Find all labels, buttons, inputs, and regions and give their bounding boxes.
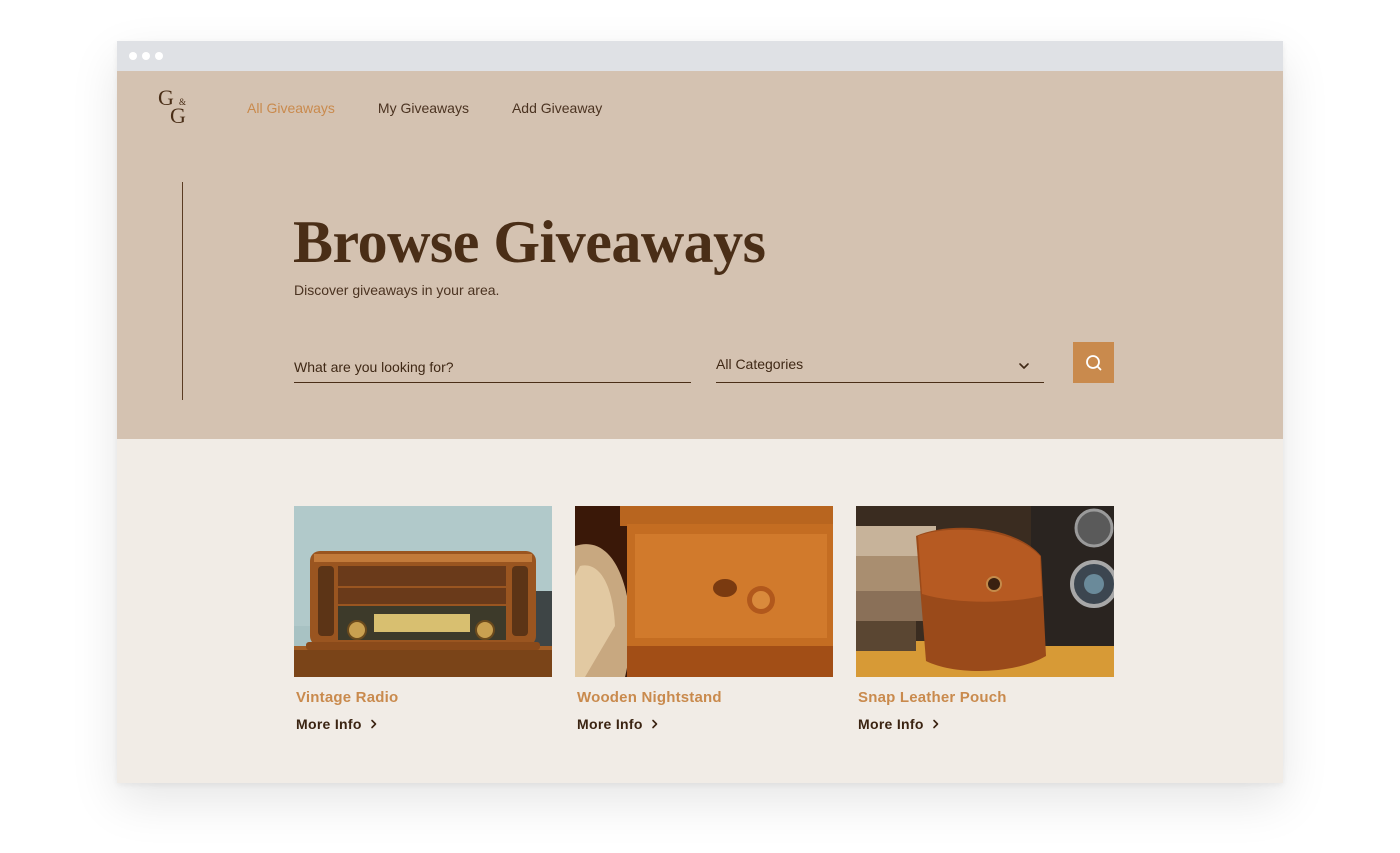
search-button[interactable] <box>1073 342 1114 383</box>
card-title[interactable]: Vintage Radio <box>294 689 552 707</box>
more-info-link[interactable]: More Info <box>856 716 940 732</box>
more-info-link[interactable]: More Info <box>294 716 378 732</box>
decorative-vertical-line <box>182 182 183 400</box>
category-select[interactable]: All Categories <box>716 352 1044 383</box>
more-info-label: More Info <box>858 716 924 732</box>
window-dot-icon <box>142 52 150 60</box>
giveaway-card[interactable]: Vintage Radio More Info <box>294 506 552 734</box>
more-info-label: More Info <box>296 716 362 732</box>
window-titlebar <box>117 41 1283 71</box>
nav-add-giveaway[interactable]: Add Giveaway <box>512 99 602 117</box>
chevron-right-icon <box>651 719 658 729</box>
search-input[interactable] <box>294 352 691 383</box>
leather-pouch-image[interactable] <box>856 506 1114 677</box>
nav-my-giveaways[interactable]: My Giveaways <box>378 99 469 117</box>
card-title[interactable]: Snap Leather Pouch <box>856 689 1114 707</box>
main-nav: All Giveaways My Giveaways Add Giveaway <box>247 99 645 117</box>
browser-window: G & G All Giveaways My Giveaways Add Giv… <box>117 41 1283 783</box>
chevron-down-icon <box>1019 363 1029 369</box>
wooden-nightstand-image[interactable] <box>575 506 833 677</box>
more-info-label: More Info <box>577 716 643 732</box>
page-title: Browse Giveaways <box>293 209 766 275</box>
site-logo[interactable]: G & G <box>158 87 194 131</box>
hero-section: G & G All Giveaways My Giveaways Add Giv… <box>117 71 1283 439</box>
logo-letter-bottom: G <box>170 103 186 128</box>
vintage-radio-image[interactable] <box>294 506 552 677</box>
card-title[interactable]: Wooden Nightstand <box>575 689 833 707</box>
page-subtitle: Discover giveaways in your area. <box>294 282 500 298</box>
giveaway-card[interactable]: Wooden Nightstand More Info <box>575 506 833 734</box>
window-dot-icon <box>155 52 163 60</box>
search-icon <box>1085 354 1101 370</box>
chevron-right-icon <box>370 719 377 729</box>
more-info-link[interactable]: More Info <box>575 716 659 732</box>
window-dot-icon <box>129 52 137 60</box>
chevron-right-icon <box>932 719 939 729</box>
nav-all-giveaways[interactable]: All Giveaways <box>247 99 335 117</box>
giveaway-card[interactable]: Snap Leather Pouch More Info <box>856 506 1114 734</box>
category-select-value: All Categories <box>716 356 804 372</box>
